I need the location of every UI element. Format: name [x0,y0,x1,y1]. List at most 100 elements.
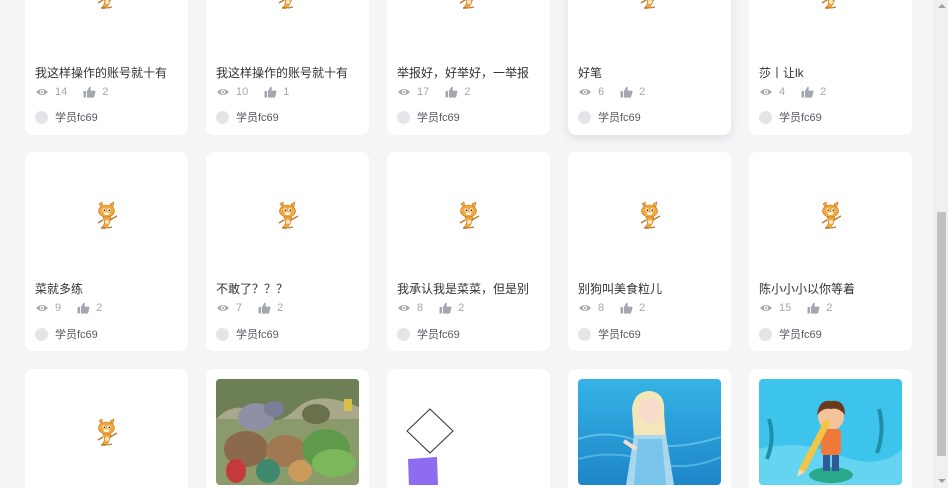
project-author[interactable]: 学员fc69 [35,109,98,125]
scratch-cat-icon [94,417,120,447]
scratch-cat-icon [456,200,482,230]
scratch-cat-icon [637,200,663,230]
project-thumbnail[interactable] [216,162,359,268]
project-stats: 15 2 [759,302,832,314]
eye-icon [578,303,592,313]
project-author[interactable]: 学员fc69 [397,326,460,342]
project-thumbnail[interactable] [216,0,359,20]
avatar [397,327,410,341]
project-title[interactable]: 我这样操作的账号就十有 [216,64,361,81]
project-thumbnail[interactable] [397,162,540,268]
project-author[interactable]: 学员fc69 [216,109,279,125]
view-count: 17 [417,86,430,98]
project-author[interactable]: 学员fc69 [216,326,279,342]
scratch-cat-icon [275,200,301,230]
thumbs-up-icon[interactable] [258,302,271,314]
project-title[interactable]: 别狗叫美食粒儿 [578,280,723,297]
scrollbar-thumb[interactable] [937,212,946,456]
eye-icon [35,87,49,97]
project-title[interactable]: 不敢了？？？ [216,280,361,297]
project-card[interactable]: 好笔 6 2 学员fc69 [568,0,731,135]
project-card[interactable] [749,369,912,488]
project-thumbnail[interactable] [759,162,902,268]
project-author[interactable]: 学员fc69 [759,326,822,342]
project-card[interactable]: 别狗叫美食粒儿 8 2 学员fc69 [568,152,731,351]
project-thumbnail[interactable] [397,379,540,485]
project-thumbnail[interactable] [759,0,902,20]
project-title[interactable]: 菜就多练 [35,280,180,297]
thumbs-up-icon[interactable] [83,86,96,98]
thumbs-up-icon[interactable] [807,302,820,314]
like-count: 2 [826,302,833,314]
thumbs-up-icon[interactable] [264,86,277,98]
like-count: 2 [820,86,827,98]
project-card[interactable]: 菜就多练 9 2 学员fc69 [25,152,188,351]
project-author[interactable]: 学员fc69 [397,109,460,125]
project-thumbnail[interactable] [578,162,721,268]
project-stats: 17 2 [397,86,470,98]
author-name: 学员fc69 [779,112,822,124]
project-author[interactable]: 学员fc69 [578,109,641,125]
project-title[interactable]: 陈小小小以你等着 [759,280,904,297]
project-stats: 4 2 [759,86,826,98]
project-thumbnail[interactable] [578,0,721,20]
project-title[interactable]: 莎丨让lk [759,64,904,81]
avatar [216,110,229,124]
scroll-up-arrow[interactable] [938,4,946,8]
eye-icon [35,303,49,313]
project-thumbnail[interactable] [35,379,178,485]
view-count: 6 [598,86,605,98]
project-card[interactable] [568,369,731,488]
eye-icon [397,303,411,313]
scratch-cat-icon [275,0,301,10]
project-card[interactable]: 陈小小小以你等着 15 2 学员fc69 [749,152,912,351]
thumbs-up-icon[interactable] [620,86,633,98]
project-thumbnail[interactable] [35,162,178,268]
scratch-cat-icon [94,0,120,10]
project-thumbnail[interactable] [397,0,540,20]
author-name: 学员fc69 [236,329,279,341]
project-title[interactable]: 举报好，好举好，一举报 [397,64,542,81]
project-stats: 7 2 [216,302,283,314]
eye-icon [397,87,411,97]
thumbs-up-icon[interactable] [439,302,452,314]
author-name: 学员fc69 [417,329,460,341]
author-name: 学员fc69 [598,329,641,341]
project-grid: 我这样操作的账号就十有 14 2 学员fc69 我这样操作的账号就十有 10 1… [0,0,934,488]
project-title[interactable]: 好笔 [578,64,723,81]
author-name: 学员fc69 [417,112,460,124]
scratch-cat-icon [818,0,844,10]
project-stats: 14 2 [35,86,108,98]
project-card[interactable]: 不敢了？？？ 7 2 学员fc69 [206,152,369,351]
dinosaur-crowd-picture [216,379,359,485]
project-title[interactable]: 我承认我是菜菜，但是别 [397,280,542,297]
project-card[interactable]: 我承认我是菜菜，但是别 8 2 学员fc69 [387,152,550,351]
eye-icon [759,303,773,313]
project-thumbnail[interactable] [216,379,359,485]
thumbs-up-icon[interactable] [445,86,458,98]
project-card[interactable]: 我这样操作的账号就十有 14 2 学员fc69 [25,0,188,135]
project-card[interactable]: 莎丨让lk 4 2 学员fc69 [749,0,912,135]
scroll-down-arrow[interactable] [938,479,946,483]
like-count: 2 [639,302,646,314]
project-thumbnail[interactable] [578,379,721,485]
avatar [35,327,48,341]
author-name: 学员fc69 [598,112,641,124]
project-card[interactable]: 我这样操作的账号就十有 10 1 学员fc69 [206,0,369,135]
project-card[interactable] [206,369,369,488]
project-author[interactable]: 学员fc69 [35,326,98,342]
project-thumbnail[interactable] [35,0,178,20]
author-name: 学员fc69 [55,329,98,341]
thumbs-up-icon[interactable] [77,302,90,314]
project-author[interactable]: 学员fc69 [578,326,641,342]
project-card[interactable] [25,369,188,488]
thumbs-up-icon[interactable] [620,302,633,314]
project-author[interactable]: 学员fc69 [759,109,822,125]
project-thumbnail[interactable] [759,379,902,485]
thumbs-up-icon[interactable] [801,86,814,98]
project-stats: 8 2 [578,302,645,314]
project-card[interactable]: 举报好，好举好，一举报 17 2 学员fc69 [387,0,550,135]
project-title[interactable]: 我这样操作的账号就十有 [35,64,180,81]
author-name: 学员fc69 [236,112,279,124]
project-card[interactable] [387,369,550,488]
